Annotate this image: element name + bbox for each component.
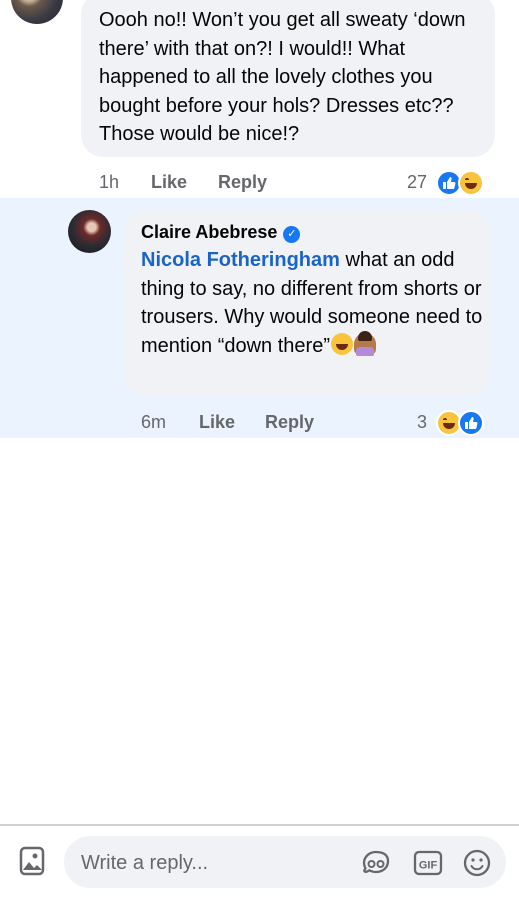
composer-divider [0,824,519,826]
mention-link[interactable]: Nicola Fotheringham [141,249,340,271]
reaction-count[interactable]: 27 [407,172,427,193]
verified-badge-icon: ✓ [283,226,301,243]
reply-button[interactable]: Reply [265,412,314,433]
reply-input[interactable] [79,846,353,880]
reply-author-name[interactable]: Claire Abebrese [141,222,277,242]
like-button[interactable]: Like [199,412,235,433]
comment-text: Oooh no!! Won’t you get all sweaty ‘down… [99,9,466,145]
like-button[interactable]: Like [151,172,187,193]
haha-reaction-icon[interactable] [458,170,484,196]
reply-composer[interactable]: GIF [64,836,506,888]
commenter-avatar[interactable] [11,0,63,24]
reply-bubble: Claire Abebrese ✓ Nicola Fotheringham wha… [124,210,490,395]
comment-bubble: Oooh no!! Won’t you get all sweaty ‘down… [81,0,495,157]
reply-button[interactable]: Reply [218,172,267,193]
like-reaction-icon[interactable] [458,410,484,436]
facepalm-emoji-icon [353,330,376,356]
avatar-sticker-icon[interactable] [361,849,391,877]
svg-text:GIF: GIF [419,860,438,872]
reply-text: Nicola Fotheringham what an odd thing to… [141,246,486,360]
photo-icon[interactable] [19,846,45,876]
emoji-icon[interactable] [462,849,492,877]
reply-timestamp[interactable]: 6m [141,412,166,433]
comment-timestamp[interactable]: 1h [99,172,119,193]
gif-icon[interactable]: GIF [413,849,443,877]
reply-author[interactable]: Claire Abebrese ✓ [141,222,301,243]
reply-author-avatar[interactable] [68,210,111,253]
laughing-tears-emoji-icon [330,332,353,355]
reaction-count[interactable]: 3 [417,412,427,433]
